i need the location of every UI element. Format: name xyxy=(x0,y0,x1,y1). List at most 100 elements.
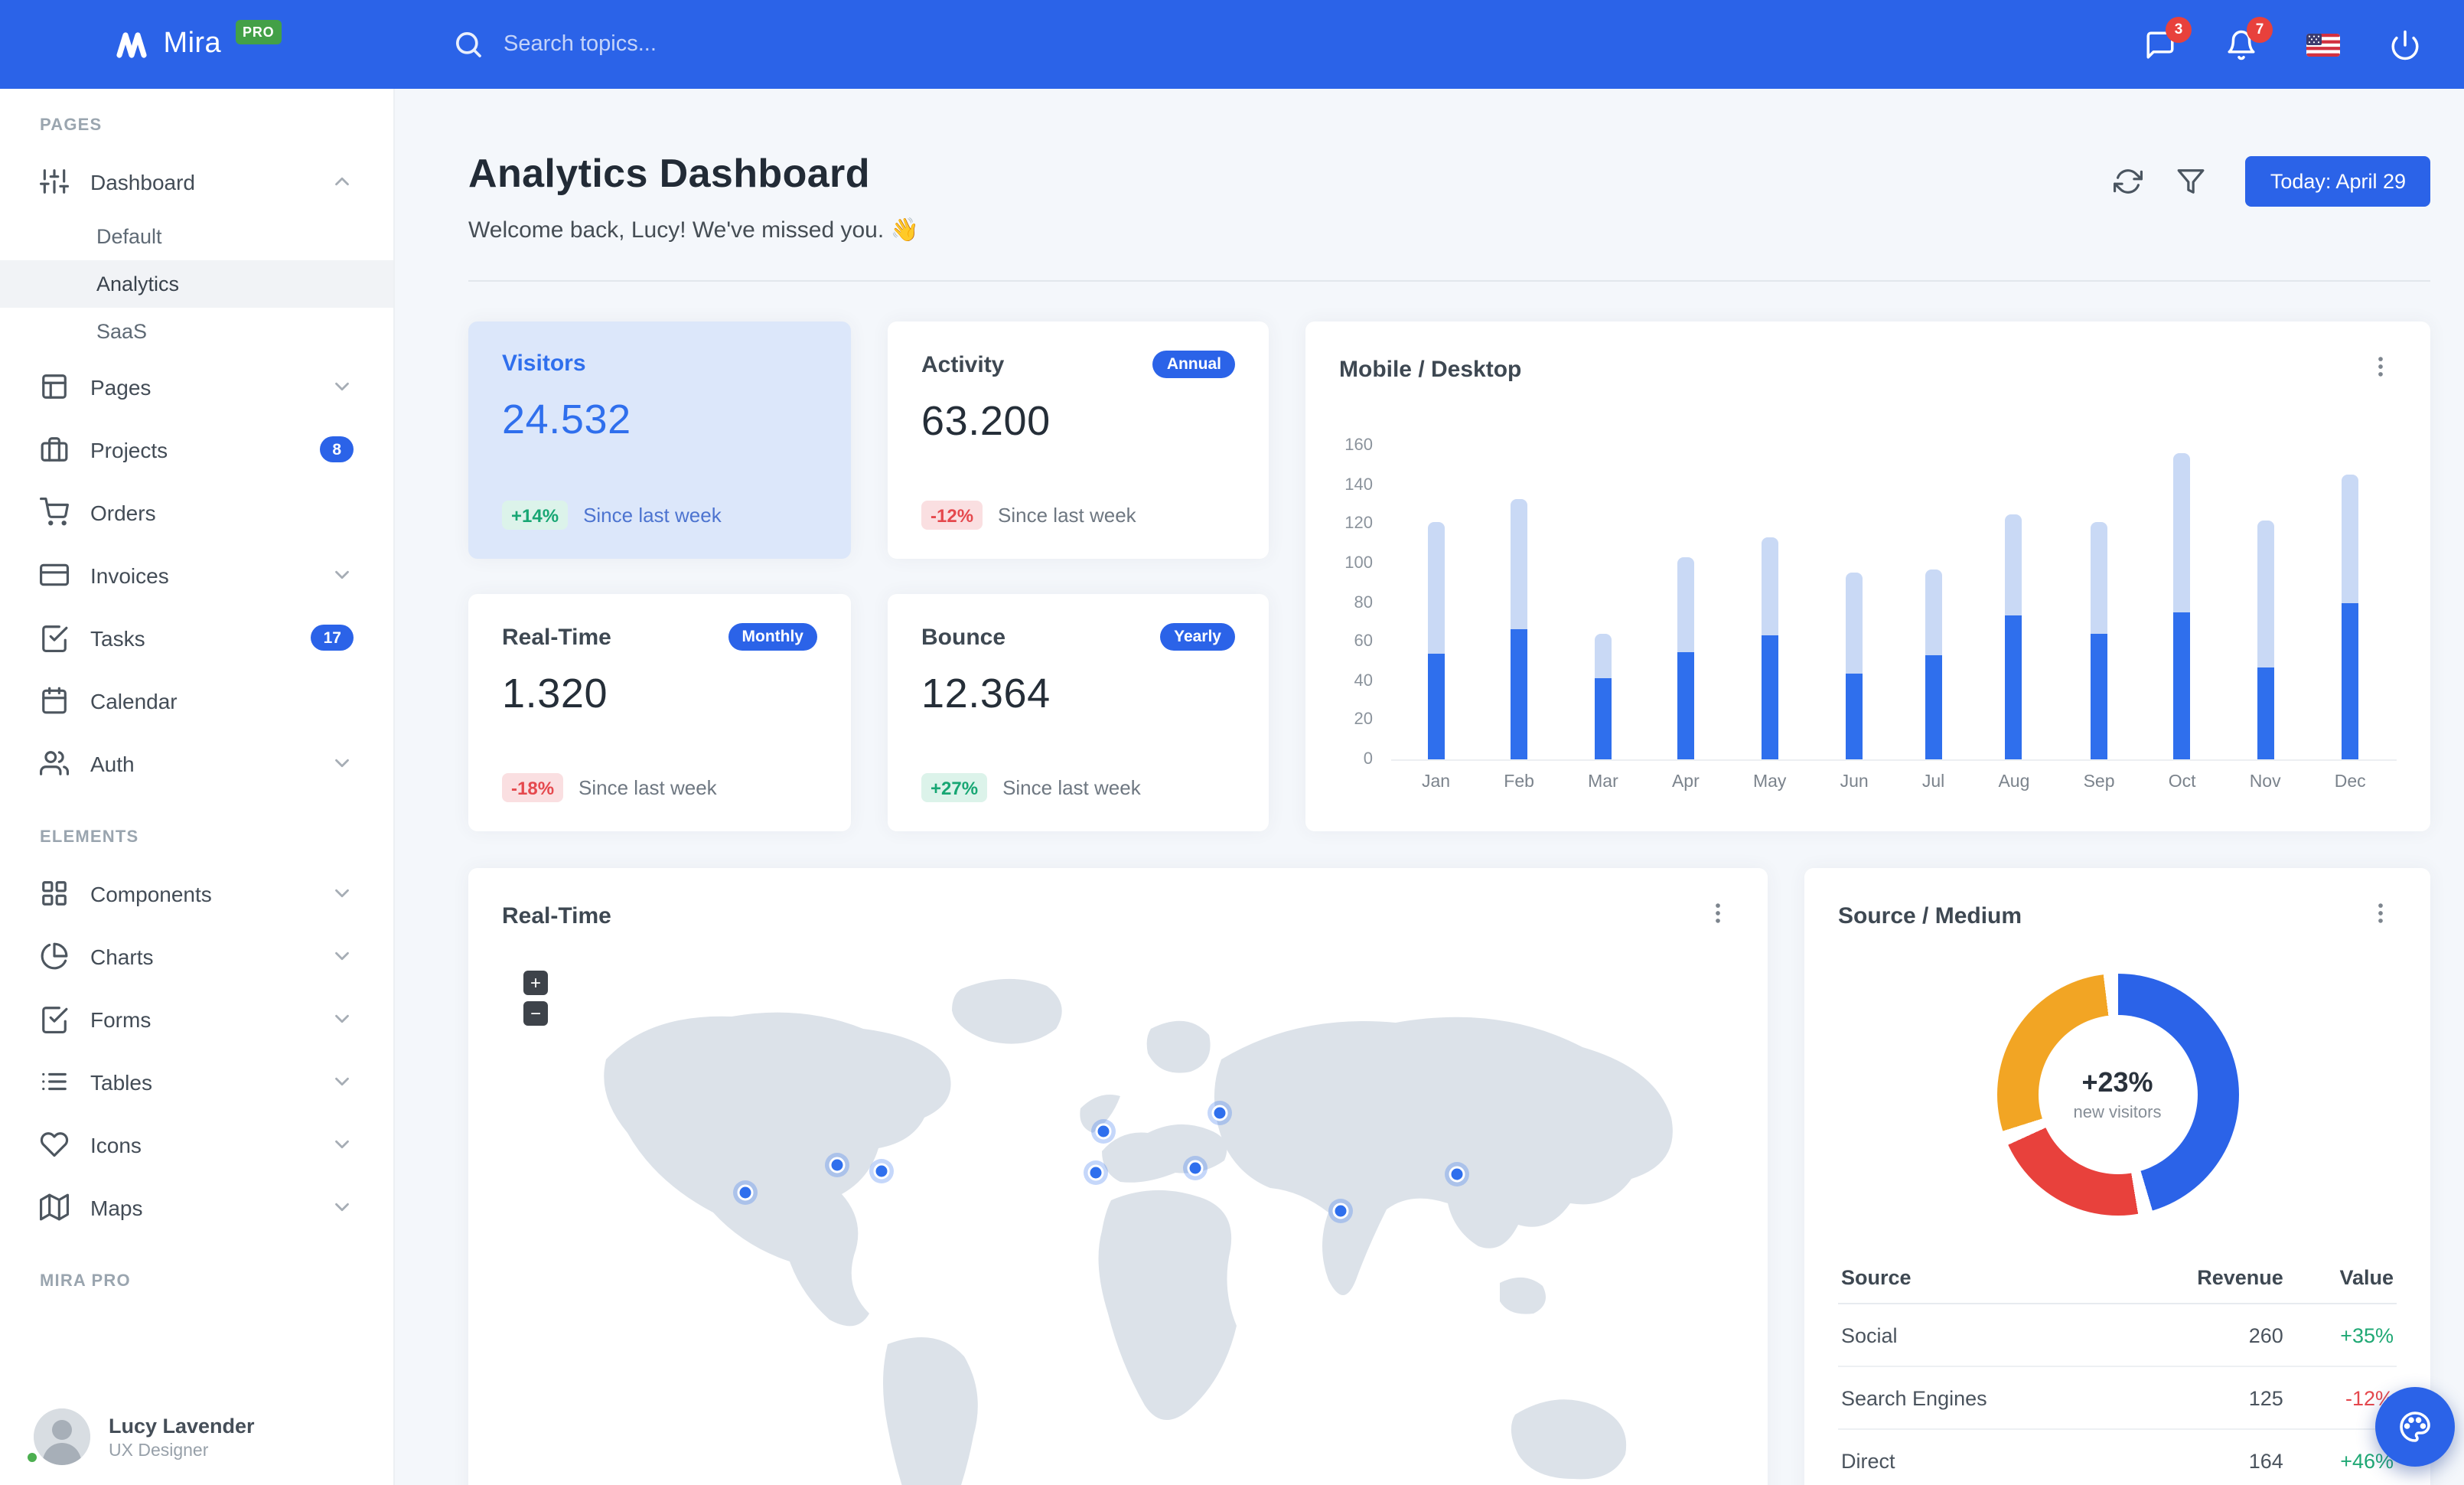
map-marker[interactable] xyxy=(829,1157,846,1173)
sidebar-item-default[interactable]: Default xyxy=(0,213,393,260)
map-marker[interactable] xyxy=(1332,1203,1349,1219)
map-marker[interactable] xyxy=(1087,1164,1104,1181)
donut-caption: new visitors xyxy=(2073,1104,2162,1122)
layout-icon xyxy=(40,372,69,401)
sidebar-item-analytics[interactable]: Analytics xyxy=(0,260,393,308)
kebab-icon xyxy=(2368,354,2394,384)
realtime-title: Real-Time xyxy=(502,624,611,650)
sidebar-item-tasks[interactable]: Tasks 17 xyxy=(0,606,393,669)
source-medium-card: Source / Medium +23% new visitors Source… xyxy=(1804,868,2430,1485)
chevron-down-icon xyxy=(331,945,354,968)
card-menu-button[interactable] xyxy=(2365,351,2397,387)
visitors-caption: Since last week xyxy=(583,504,722,527)
language-button[interactable] xyxy=(2306,33,2340,56)
sidebar-item-projects[interactable]: Projects 8 xyxy=(0,418,393,481)
realtime-period-badge: Monthly xyxy=(728,623,817,651)
check-square-icon xyxy=(40,623,69,652)
sidebar-item-auth[interactable]: Auth xyxy=(0,732,393,795)
stats-grid: Visitors 24.532 +14% Since last week Act… xyxy=(468,321,2430,831)
card-menu-button[interactable] xyxy=(2365,897,2397,934)
sidebar-item-label: Maps xyxy=(90,1195,143,1219)
user-profile[interactable]: Lucy Lavender UX Designer xyxy=(0,1389,393,1485)
bounce-card: Bounce Yearly 12.364 +27% Since last wee… xyxy=(888,594,1269,831)
chevron-down-icon xyxy=(331,375,354,398)
bounce-caption: Since last week xyxy=(1002,776,1141,799)
source-medium-table: Source Revenue Value Social 260 +35% Sea… xyxy=(1838,1252,2397,1485)
navbar-search[interactable] xyxy=(453,29,2144,60)
bar-dec: Dec xyxy=(2335,445,2366,791)
sidebar-item-icons[interactable]: Icons xyxy=(0,1113,393,1176)
projects-count-badge: 8 xyxy=(320,436,354,462)
sidebar-item-calendar[interactable]: Calendar xyxy=(0,669,393,732)
sidebar-item-label: Projects xyxy=(90,437,168,462)
sidebar-item-label: Components xyxy=(90,881,212,906)
sidebar-item-charts[interactable]: Charts xyxy=(0,925,393,987)
header-divider xyxy=(468,280,2430,282)
bar-oct: Oct xyxy=(2169,445,2196,791)
sidebar-item-pages[interactable]: Pages xyxy=(0,355,393,418)
card-menu-button[interactable] xyxy=(1702,897,1734,934)
brand[interactable]: Mira PRO xyxy=(0,20,395,63)
page-header: Analytics Dashboard Welcome back, Lucy! … xyxy=(468,150,2430,243)
notifications-button[interactable]: 7 xyxy=(2225,16,2273,60)
realtime-map-card: Real-Time + − xyxy=(468,868,1768,1485)
sidebar-item-dashboard[interactable]: Dashboard xyxy=(0,150,393,213)
sidebar-item-invoices[interactable]: Invoices xyxy=(0,543,393,606)
search-input[interactable] xyxy=(504,32,993,57)
bar-jun: Jun xyxy=(1840,445,1869,791)
zoom-out-button[interactable]: − xyxy=(523,1001,548,1026)
chevron-down-icon xyxy=(331,1133,354,1156)
mobile-desktop-bar-chart: 0 20 40 60 80 100 120 140 160 Jan Feb Mar Apr May Jun… xyxy=(1339,436,2397,791)
credit-card-icon xyxy=(40,560,69,589)
filter-button[interactable] xyxy=(2177,167,2206,196)
world-map[interactable]: + − xyxy=(502,961,1734,1485)
page-title: Analytics Dashboard xyxy=(468,150,870,196)
column-header-value: Value xyxy=(2286,1252,2397,1304)
sidebar-item-tables[interactable]: Tables xyxy=(0,1050,393,1113)
sidebar-item-maps[interactable]: Maps xyxy=(0,1176,393,1239)
realtime-value: 1.320 xyxy=(502,671,608,716)
bar-aug: Aug xyxy=(1998,445,2029,791)
bar-mar: Mar xyxy=(1588,445,1618,791)
map-marker[interactable] xyxy=(1211,1105,1228,1121)
search-icon xyxy=(453,29,484,60)
activity-delta-badge: -12% xyxy=(921,501,983,530)
logout-button[interactable] xyxy=(2389,28,2421,60)
zoom-in-button[interactable]: + xyxy=(523,971,548,995)
online-status-dot xyxy=(24,1450,40,1465)
top-navbar: Mira PRO 3 7 xyxy=(0,0,2464,89)
sidebar-item-saas[interactable]: SaaS xyxy=(0,308,393,355)
palette-icon xyxy=(2397,1408,2433,1445)
map-marker[interactable] xyxy=(873,1163,890,1180)
sidebar-section-pages: Pages xyxy=(40,116,103,135)
chevron-up-icon xyxy=(331,170,354,193)
sidebar-item-label: Dashboard xyxy=(90,169,195,194)
map-marker[interactable] xyxy=(737,1184,754,1201)
user-role: UX Designer xyxy=(109,1441,209,1461)
mobile-desktop-title: Mobile / Desktop xyxy=(1339,356,1522,382)
map-marker[interactable] xyxy=(1187,1160,1204,1177)
briefcase-icon xyxy=(40,435,69,464)
sidebar-item-components[interactable]: Components xyxy=(0,862,393,925)
date-range-button[interactable]: Today: April 29 xyxy=(2245,156,2430,207)
chart-baseline xyxy=(1391,759,2397,761)
messages-button[interactable]: 3 xyxy=(2144,16,2192,60)
brand-name: Mira xyxy=(163,28,222,60)
bottom-grid: Real-Time + − Source / Medium +23% new v… xyxy=(468,868,2430,1485)
realtime-caption: Since last week xyxy=(579,776,717,799)
theme-settings-fab[interactable] xyxy=(2375,1387,2455,1467)
sidebar-item-label: Auth xyxy=(90,751,135,775)
map-marker[interactable] xyxy=(1449,1166,1465,1183)
sidebar-item-orders[interactable]: Orders xyxy=(0,481,393,543)
bar-jan: Jan xyxy=(1422,445,1450,791)
app-window: Mira PRO 3 7 xyxy=(0,0,2464,1485)
world-map-svg xyxy=(604,978,1673,1485)
map-marker[interactable] xyxy=(1095,1123,1112,1140)
kebab-icon xyxy=(2368,900,2394,931)
cell-revenue: 164 xyxy=(2117,1429,2286,1485)
tasks-count-badge: 17 xyxy=(311,625,354,651)
sidebar-item-forms[interactable]: Forms xyxy=(0,987,393,1050)
pro-badge: PRO xyxy=(235,20,282,44)
refresh-button[interactable] xyxy=(2114,167,2143,196)
shopping-cart-icon xyxy=(40,498,69,527)
